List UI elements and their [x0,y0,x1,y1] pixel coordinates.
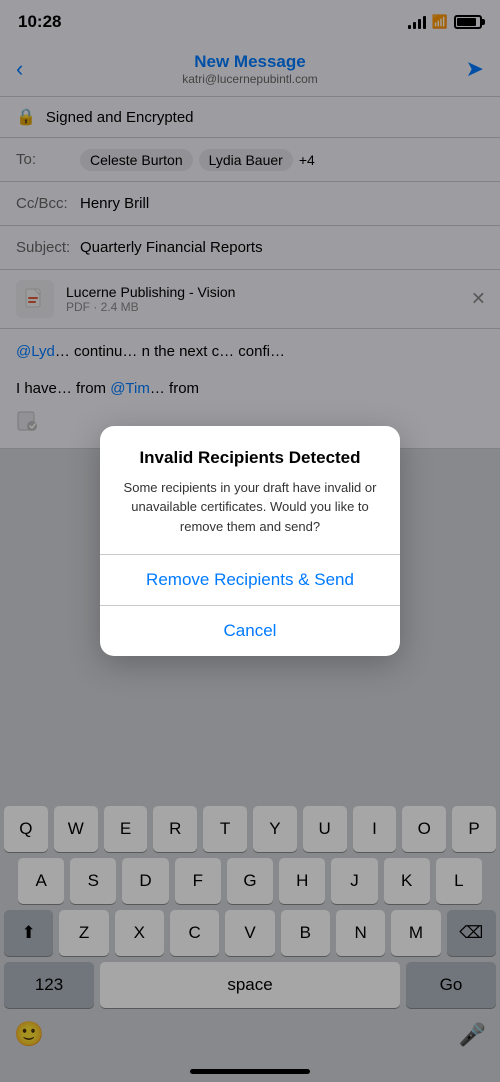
dialog-content: Invalid Recipients Detected Some recipie… [100,426,400,555]
dialog-title: Invalid Recipients Detected [120,448,380,468]
remove-recipients-button[interactable]: Remove Recipients & Send [100,555,400,605]
dialog-overlay: Invalid Recipients Detected Some recipie… [0,0,500,1082]
alert-dialog: Invalid Recipients Detected Some recipie… [100,426,400,657]
cancel-button[interactable]: Cancel [100,606,400,656]
dialog-message: Some recipients in your draft have inval… [120,478,380,537]
